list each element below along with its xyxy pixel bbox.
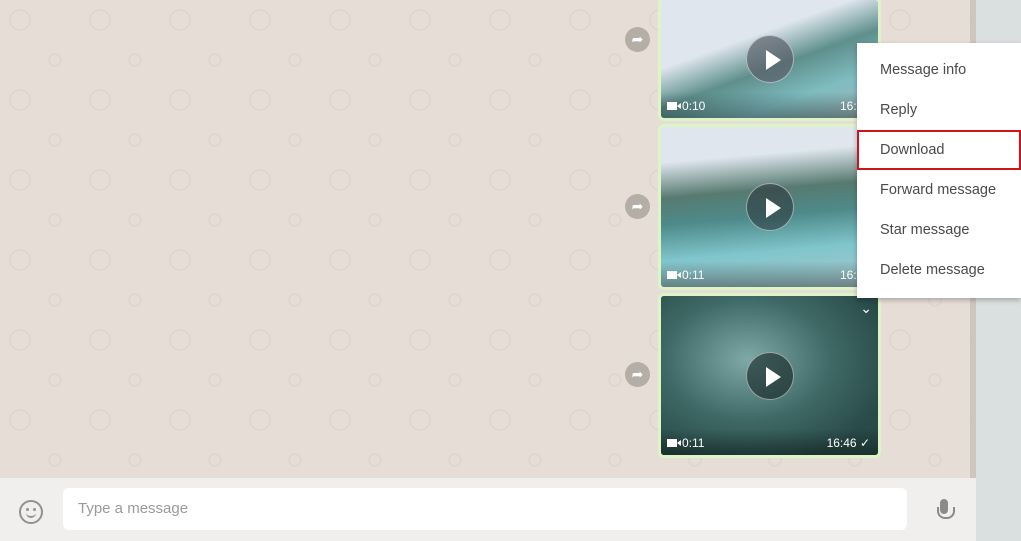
video-duration: 0:11 xyxy=(682,268,705,282)
message-time-text: 16:46 xyxy=(826,436,857,450)
video-meta: 0:11 16:46 ✓ xyxy=(661,429,878,455)
video-camera-icon xyxy=(667,102,681,110)
menu-item-forward-message[interactable]: Forward message xyxy=(857,170,1021,210)
menu-item-reply[interactable]: Reply xyxy=(857,90,1021,130)
message-time: 16:46 ✓ xyxy=(827,436,870,450)
microphone-icon[interactable] xyxy=(936,499,955,525)
chevron-down-icon[interactable]: ⌄ xyxy=(860,300,872,317)
video-message[interactable]: ⌄ 0:11 16:46 ✓ xyxy=(658,293,881,458)
video-meta: 0:10 16:44 xyxy=(661,92,878,118)
video-camera-icon xyxy=(667,439,681,447)
menu-item-message-info[interactable]: Message info xyxy=(857,50,1021,90)
forward-icon[interactable]: ➦ xyxy=(625,194,650,219)
video-meta: 0:11 16:45 xyxy=(661,261,878,287)
video-duration: 0:11 xyxy=(682,436,705,450)
forward-icon[interactable]: ➦ xyxy=(625,362,650,387)
video-message[interactable]: 0:11 16:45 xyxy=(658,124,881,290)
sent-check-icon: ✓ xyxy=(859,436,870,450)
menu-item-download[interactable]: Download xyxy=(857,130,1021,170)
composer-bar: Type a message xyxy=(0,478,976,541)
menu-item-star-message[interactable]: Star message xyxy=(857,210,1021,250)
video-message[interactable]: 0:10 16:44 xyxy=(658,0,881,121)
message-input[interactable]: Type a message xyxy=(63,488,907,530)
chat-panel: 0:10 16:44 ➦ 0:11 16:45 ➦ ⌄ 0:11 16:46 ✓ ➦ xyxy=(0,0,976,478)
video-camera-icon xyxy=(667,271,681,279)
play-icon[interactable] xyxy=(745,351,794,400)
menu-item-delete-message[interactable]: Delete message xyxy=(857,250,1021,290)
context-menu: Message info Reply Download Forward mess… xyxy=(857,43,1021,298)
play-icon[interactable] xyxy=(745,35,794,83)
forward-icon[interactable]: ➦ xyxy=(625,27,650,52)
video-duration: 0:10 xyxy=(682,99,706,113)
emoji-icon[interactable] xyxy=(19,500,43,524)
play-icon[interactable] xyxy=(745,183,794,231)
